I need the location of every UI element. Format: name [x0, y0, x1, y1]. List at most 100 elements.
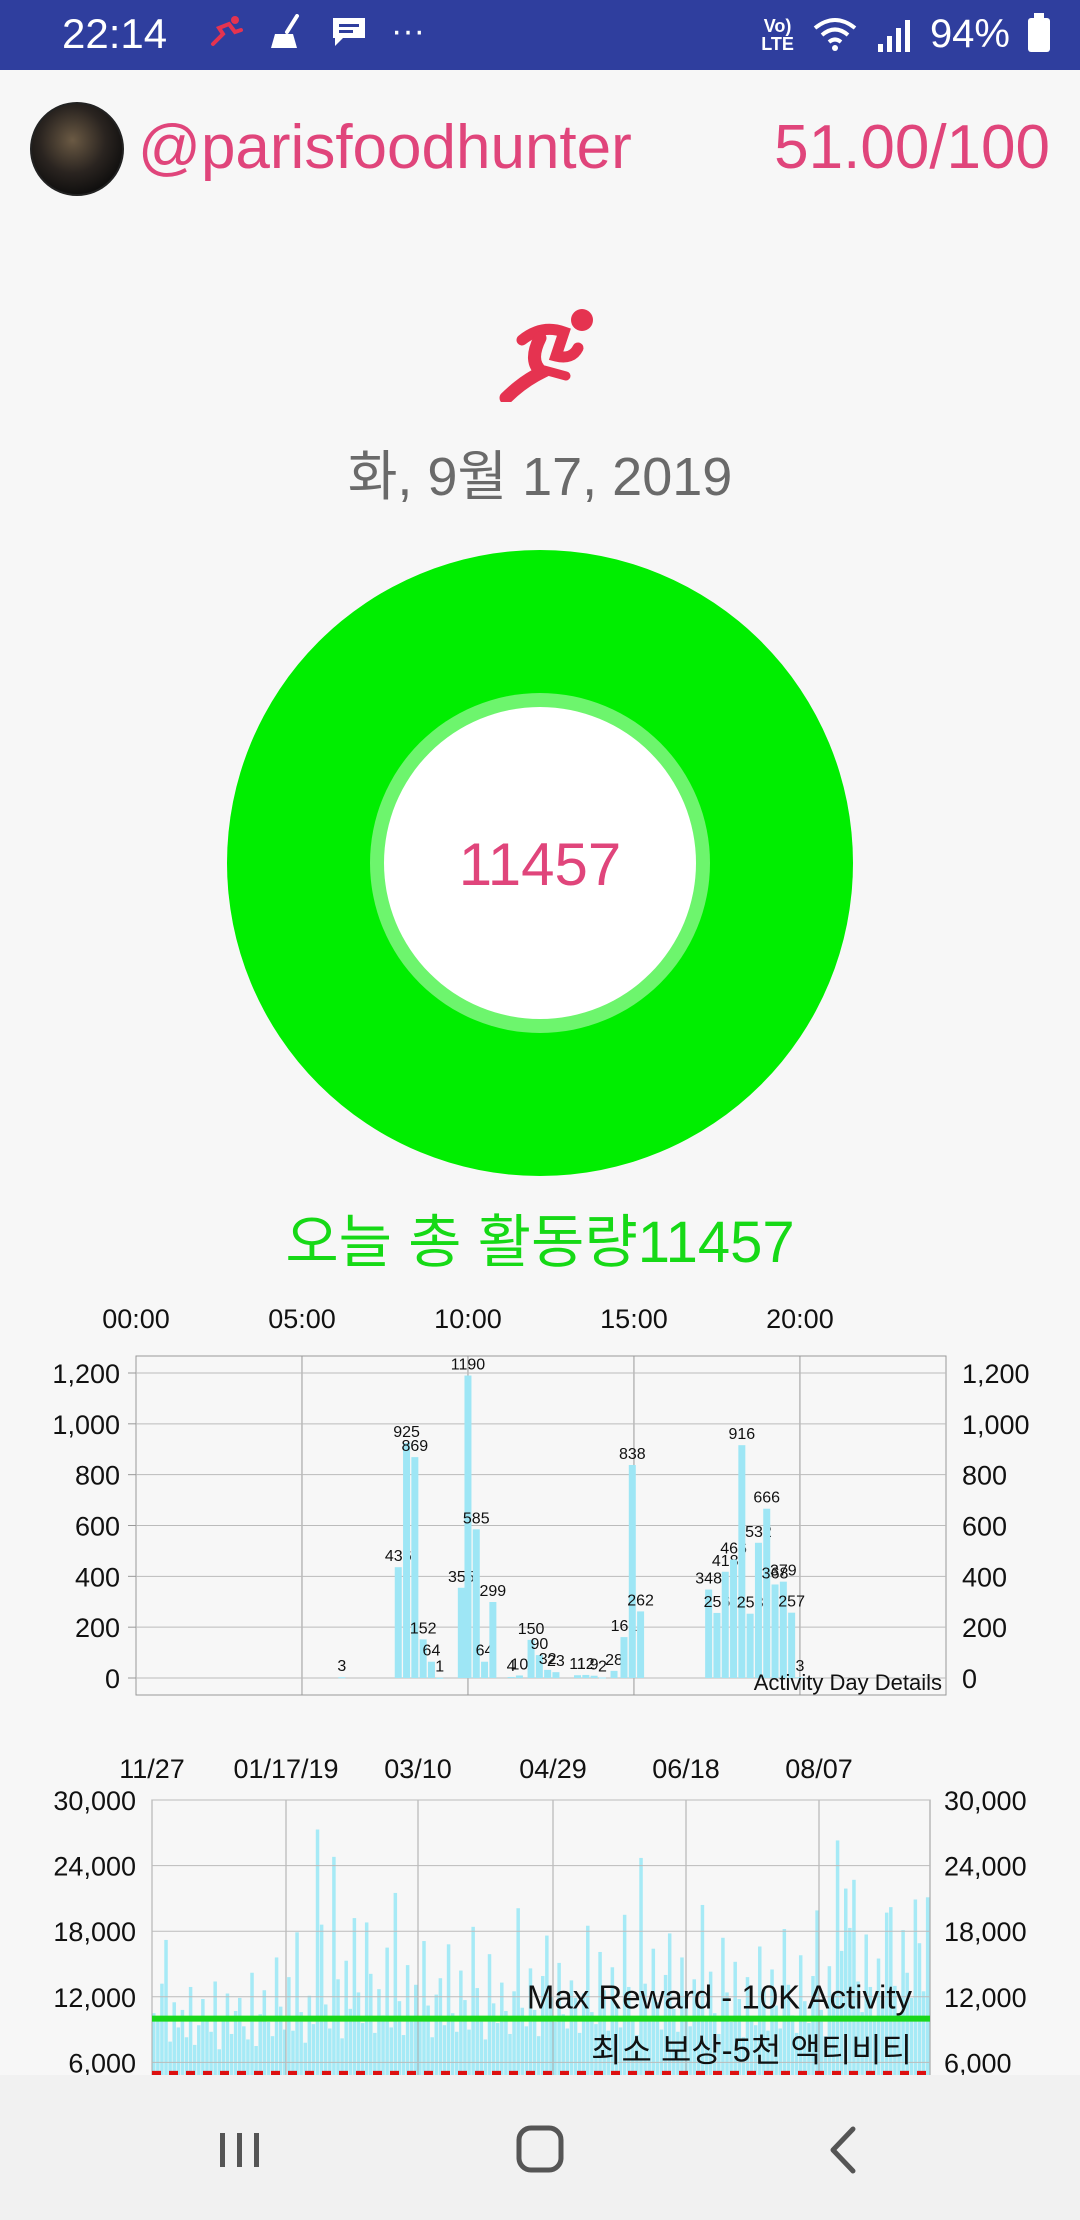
day-chart-bar	[620, 1637, 628, 1678]
history-chart-bar	[266, 2021, 271, 2075]
day-chart-bar-label: 379	[770, 1563, 797, 1580]
runner-icon	[499, 309, 593, 402]
history-chart-bar	[369, 1973, 373, 2075]
day-chart-bar-label: 348	[695, 1571, 722, 1588]
day-chart-bar	[394, 1567, 402, 1678]
day-chart-bar	[754, 1542, 762, 1678]
battery-icon	[1028, 12, 1050, 52]
history-chart-bar	[328, 2028, 332, 2075]
history-chart-bar	[213, 1981, 217, 2075]
day-chart-y-tick-label-right: 800	[962, 1461, 1007, 1491]
history-chart-y-tick-label-left: 30,000	[53, 1786, 136, 1816]
status-time: 22:14	[62, 10, 168, 57]
history-chart-bar	[332, 1856, 336, 2075]
runner-notification-icon	[211, 15, 243, 46]
day-chart-bar-label: 838	[619, 1446, 646, 1463]
day-chart-bar	[457, 1587, 465, 1678]
history-chart-bar	[246, 2039, 250, 2075]
history-chart-bar	[291, 2030, 295, 2075]
profile-header: @parisfoodhunter 51.00/100	[0, 70, 1080, 225]
day-chart-bar-label: 64	[423, 1643, 441, 1660]
history-chart-bar	[152, 2013, 156, 2075]
avatar[interactable]	[30, 102, 124, 196]
donut-value: 11457	[458, 831, 622, 898]
day-chart-bar-label: 262	[627, 1592, 654, 1609]
history-chart-bar	[483, 2039, 488, 2075]
history-chart-bar	[364, 1922, 369, 2075]
day-chart-bar	[738, 1445, 746, 1678]
history-chart-bar	[409, 2017, 414, 2075]
history-chart-bar	[397, 2001, 402, 2075]
back-icon[interactable]	[805, 2115, 885, 2185]
history-chart-y-tick-label-right: 30,000	[944, 1786, 1027, 1816]
history-chart-bar	[381, 2015, 385, 2075]
history-chart-bar	[242, 2026, 246, 2075]
activity-donut: 11457	[227, 550, 853, 1176]
wifi-icon	[813, 17, 857, 51]
day-chart-bar	[713, 1612, 721, 1678]
day-chart-y-tick-label-right: 400	[962, 1562, 1007, 1592]
history-chart-bar	[467, 2029, 471, 2075]
history-chart-bar	[287, 1977, 291, 2075]
username[interactable]: @parisfoodhunter	[138, 112, 632, 183]
history-chart-bar	[414, 1984, 418, 2075]
day-activity-chart[interactable]: 00:00 05:00 10:00 15:00 20:00 1,200 1,200 1,000…	[0, 1290, 1080, 1710]
history-chart-bar	[389, 2027, 393, 2075]
broom-icon	[271, 13, 299, 48]
day-chart-bar	[411, 1457, 419, 1678]
history-chart-bar	[487, 1954, 492, 2075]
system-icons: Vo) LTE 94%	[761, 12, 1050, 57]
day-chart-y-tick-label-right: 600	[962, 1512, 1007, 1542]
home-icon[interactable]	[500, 2115, 580, 2185]
history-chart-bar	[250, 1972, 254, 2075]
day-chart-bar	[515, 1675, 523, 1678]
history-chart-bar	[336, 1979, 340, 2075]
history-chart-x-tick-label: 06/18	[652, 1754, 720, 1784]
day-chart-bar-label: 3	[337, 1658, 346, 1675]
history-chart-bar	[577, 2032, 582, 2075]
history-chart-bar	[188, 1986, 193, 2075]
history-chart-bar	[311, 2024, 316, 2075]
history-chart-bar	[471, 1926, 475, 2075]
day-chart-bar-label: 585	[463, 1510, 490, 1527]
history-chart-bar	[463, 2000, 467, 2075]
day-chart-bar-label: 10	[511, 1656, 529, 1673]
day-chart-bar	[746, 1613, 754, 1678]
history-activity-chart[interactable]: 11/27 01/17/19 03/10 04/29 06/18 08/07 30,000 3…	[0, 1740, 1080, 2075]
history-chart-bar	[438, 1978, 443, 2075]
day-chart-x-tick-label: 20:00	[766, 1304, 834, 1334]
day-chart-annotation: Activity Day Details	[754, 1670, 942, 1695]
day-chart-bar	[544, 1669, 552, 1678]
day-chart-x-tick-label: 05:00	[268, 1304, 336, 1334]
day-chart-bar-label: 1190	[451, 1357, 486, 1374]
message-icon	[333, 17, 365, 46]
day-activity-chart-svg: 00:00 05:00 10:00 15:00 20:00 1,200 1,200 1,000…	[52, 1304, 1030, 1696]
history-chart-bar	[209, 2031, 213, 2075]
history-chart-bar	[536, 2036, 541, 2075]
max-reward-label: Max Reward - 10K Activity	[527, 1979, 913, 2016]
day-chart-bar	[338, 1677, 346, 1679]
history-chart-bar	[319, 1924, 324, 2075]
history-chart-bar	[270, 2036, 275, 2075]
history-chart-bar	[172, 2002, 176, 2075]
day-chart-bar	[507, 1676, 515, 1678]
recent-apps-icon[interactable]	[200, 2115, 280, 2185]
history-chart-x-tick-label: 11/27	[119, 1754, 185, 1784]
day-chart-y-tick-label-right: 0	[962, 1664, 977, 1694]
history-chart-bar	[553, 2021, 557, 2075]
history-chart-bar	[197, 2025, 201, 2075]
history-chart-bar	[315, 1829, 320, 2075]
history-chart-bar	[192, 2044, 197, 2075]
history-chart-x-tick-label: 03/10	[384, 1754, 452, 1784]
volte-label: Vo) LTE	[761, 15, 794, 54]
day-chart-bar	[721, 1571, 729, 1678]
history-chart-bar	[430, 2037, 434, 2075]
history-chart-bar	[201, 1998, 205, 2075]
history-chart-bar	[401, 2035, 406, 2075]
history-activity-chart-svg: 11/27 01/17/19 03/10 04/29 06/18 08/07 30,000 3…	[53, 1754, 1027, 2075]
history-chart-x-tick-label: 08/07	[785, 1754, 853, 1784]
more-notifications: ···	[391, 12, 425, 50]
history-chart-bar	[422, 1941, 426, 2075]
history-chart-bar	[258, 2014, 262, 2075]
history-chart-y-tick-label-left: 24,000	[53, 1852, 136, 1882]
